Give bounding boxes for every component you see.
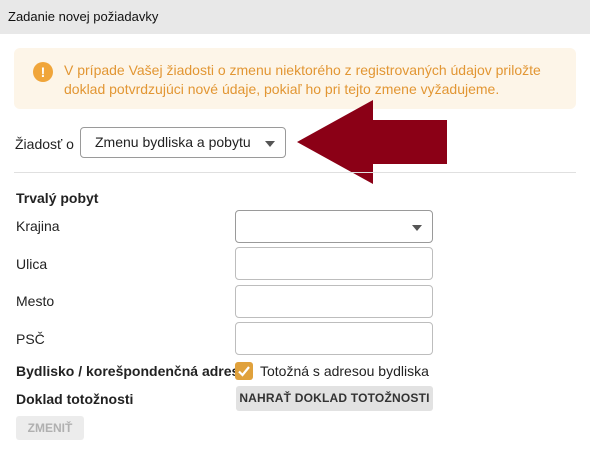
country-select[interactable] [235, 210, 433, 243]
section-divider [14, 172, 576, 173]
alert-text: V prípade Vašej žiadosti o zmenu niektor… [64, 62, 541, 97]
checkmark-icon [238, 366, 250, 377]
id-document-label: Doklad totožnosti [16, 391, 134, 407]
upload-id-document-button[interactable]: NAHRAŤ DOKLAD TOTOŽNOSTI [236, 386, 433, 411]
same-address-checkbox[interactable] [235, 362, 253, 380]
request-type-select[interactable]: Zmenu bydliska a pobytu [80, 127, 286, 158]
window-title: Zadanie novej požiadavky [0, 0, 590, 34]
chevron-down-icon [412, 224, 422, 231]
correspondence-address-label: Bydlisko / korešpondenčná adresa [16, 363, 248, 379]
section-heading-permanent-residence: Trvalý pobyt [16, 190, 99, 206]
info-alert: ! V prípade Vašej žiadosti o zmenu niekt… [14, 48, 576, 109]
city-label: Mesto [16, 293, 55, 309]
city-input[interactable] [235, 285, 433, 318]
chevron-down-icon [265, 140, 275, 147]
request-type-value: Zmenu bydliska a pobytu [95, 134, 251, 150]
zip-input[interactable] [235, 322, 433, 355]
exclamation-icon: ! [33, 62, 53, 82]
request-type-label: Žiadosť o [15, 136, 74, 152]
submit-change-button[interactable]: ZMENIŤ [16, 416, 84, 440]
zip-label: PSČ [16, 331, 45, 347]
street-input[interactable] [235, 247, 433, 280]
same-address-checkbox-label[interactable]: Totožná s adresou bydliska [260, 363, 429, 379]
street-label: Ulica [16, 256, 48, 272]
country-label: Krajina [16, 218, 60, 234]
